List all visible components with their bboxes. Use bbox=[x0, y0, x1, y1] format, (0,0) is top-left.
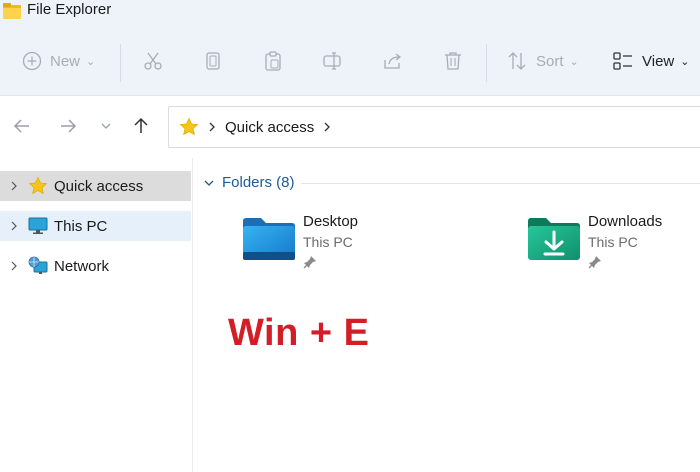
paste-button[interactable] bbox=[262, 26, 284, 96]
folder-tile-downloads[interactable]: Downloads This PC bbox=[526, 212, 700, 276]
cut-button[interactable] bbox=[142, 26, 164, 96]
downloads-folder-icon bbox=[528, 218, 580, 260]
folder-location: This PC bbox=[303, 234, 353, 250]
folder-tile-desktop[interactable]: Desktop This PC bbox=[241, 212, 491, 276]
shortcut-annotation: Win + E bbox=[228, 312, 370, 354]
title-bar: File Explorer bbox=[0, 0, 700, 26]
sort-button-label: Sort bbox=[536, 52, 564, 70]
chevron-right-icon[interactable] bbox=[0, 221, 28, 231]
sidebar-item-quick-access[interactable]: Quick access bbox=[0, 171, 191, 201]
arrow-up-icon bbox=[134, 117, 148, 133]
sidebar-item-label: Quick access bbox=[54, 177, 144, 195]
folder-name: Downloads bbox=[588, 213, 663, 230]
star-icon bbox=[179, 117, 199, 136]
command-bar: New ⌄ Sort ⌄ View ⌄ bbox=[0, 26, 700, 96]
trash-icon bbox=[445, 52, 461, 70]
group-title: Folders (8) bbox=[222, 174, 295, 191]
share-button[interactable] bbox=[382, 26, 404, 96]
toolbar-divider bbox=[120, 44, 121, 82]
chevron-down-icon: ⌄ bbox=[680, 55, 690, 68]
arrow-right-icon bbox=[61, 119, 77, 133]
sidebar-item-this-pc[interactable]: This PC bbox=[0, 211, 191, 241]
new-button[interactable]: New ⌄ bbox=[22, 26, 95, 96]
chevron-right-icon[interactable] bbox=[207, 122, 217, 132]
pin-icon bbox=[588, 256, 601, 269]
sidebar-item-network[interactable]: Network bbox=[0, 251, 191, 281]
chevron-down-icon: ⌄ bbox=[86, 55, 96, 68]
up-button[interactable] bbox=[127, 112, 155, 140]
copy-button[interactable] bbox=[202, 26, 224, 96]
address-bar[interactable]: Quick access bbox=[168, 106, 700, 148]
view-list-icon bbox=[613, 52, 632, 70]
chevron-down-icon bbox=[101, 123, 111, 129]
chevron-down-icon: ⌄ bbox=[569, 55, 579, 68]
rename-icon bbox=[323, 52, 341, 70]
plus-circle-icon bbox=[22, 51, 42, 71]
view-button-label: View bbox=[642, 52, 675, 70]
desktop-folder-icon bbox=[243, 218, 295, 260]
network-icon bbox=[28, 256, 48, 276]
chevron-right-icon[interactable] bbox=[322, 122, 332, 132]
chevron-right-icon[interactable] bbox=[0, 181, 28, 191]
delete-button[interactable] bbox=[442, 26, 464, 96]
chevron-right-icon[interactable] bbox=[0, 261, 28, 271]
chevron-down-icon bbox=[204, 180, 214, 186]
breadcrumb-quick-access[interactable]: Quick access bbox=[225, 119, 314, 136]
forward-button[interactable] bbox=[54, 112, 82, 140]
arrow-left-icon bbox=[13, 119, 29, 133]
file-explorer-app-icon bbox=[3, 3, 21, 19]
folder-location: This PC bbox=[588, 234, 638, 250]
folders-group-header[interactable]: Folders (8) bbox=[203, 174, 295, 191]
sort-arrows-icon bbox=[508, 52, 526, 70]
view-button[interactable]: View ⌄ bbox=[612, 26, 689, 96]
sidebar-item-label: Network bbox=[54, 257, 110, 275]
copy-icon bbox=[206, 52, 220, 70]
scissors-icon bbox=[144, 52, 162, 70]
group-divider bbox=[301, 183, 700, 184]
share-icon bbox=[384, 53, 402, 69]
star-icon bbox=[28, 176, 48, 196]
new-button-label: New bbox=[50, 52, 81, 70]
clipboard-icon bbox=[265, 51, 281, 71]
navigation-pane: Quick access This PC Network bbox=[0, 158, 193, 472]
recent-locations-button[interactable] bbox=[92, 112, 120, 140]
rename-button[interactable] bbox=[322, 26, 344, 96]
window-title: File Explorer bbox=[27, 1, 112, 18]
monitor-icon bbox=[28, 216, 48, 236]
sort-button[interactable]: Sort ⌄ bbox=[506, 26, 579, 96]
pin-icon bbox=[303, 256, 316, 269]
toolbar-divider bbox=[486, 44, 487, 82]
back-button[interactable] bbox=[8, 112, 36, 140]
navigation-bar: Quick access bbox=[0, 96, 700, 158]
sidebar-item-label: This PC bbox=[54, 217, 108, 235]
folder-name: Desktop bbox=[303, 213, 359, 230]
